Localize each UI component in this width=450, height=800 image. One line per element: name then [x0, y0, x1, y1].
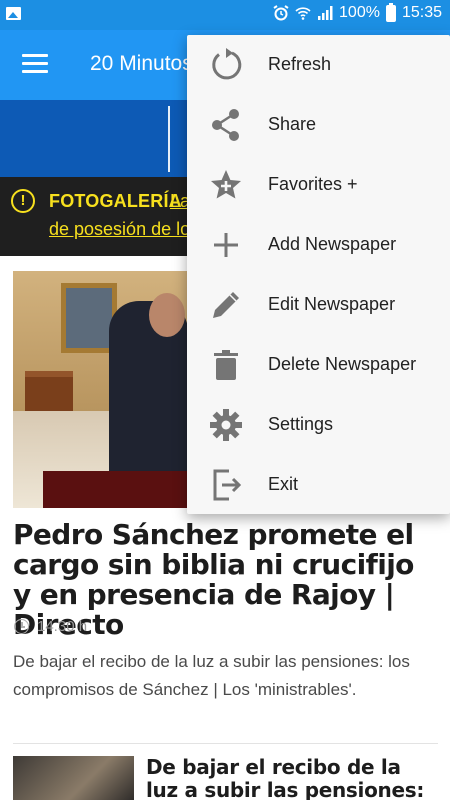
battery-icon	[385, 2, 396, 22]
battery-percent: 100%	[339, 4, 380, 21]
menu-item-label: Settings	[268, 414, 334, 434]
menu-item-edit-newspaper[interactable]: Edit Newspaper	[187, 275, 450, 335]
gallery-notification-icon	[6, 7, 21, 20]
alert-icon: !	[11, 189, 35, 213]
menu-item-delete-newspaper[interactable]: Delete Newspaper	[187, 335, 450, 395]
clock-icon	[14, 619, 29, 634]
article-photo[interactable]	[13, 271, 188, 508]
divider	[13, 743, 438, 744]
refresh-icon	[207, 47, 245, 83]
plus-icon	[207, 227, 245, 263]
article-time: 14.30 h	[14, 618, 87, 635]
menu-item-favorites[interactable]: Favorites +	[187, 155, 450, 215]
article-summary[interactable]: De bajar el recibo de la luz a subir las…	[13, 648, 438, 704]
menu-item-settings[interactable]: Settings	[187, 395, 450, 455]
status-icons: 100% 15:35	[273, 2, 442, 22]
menu-item-exit[interactable]: Exit	[187, 455, 450, 515]
article-time-text: 14.30 h	[37, 618, 88, 635]
menu-item-label: Delete Newspaper	[268, 354, 417, 374]
clock-time: 15:35	[401, 4, 442, 21]
alert-tag: FOTOGALERÍA	[49, 191, 182, 211]
banner-divider	[168, 106, 170, 172]
menu-item-label: Share	[268, 114, 317, 134]
menu-item-label: Add Newspaper	[268, 234, 397, 254]
menu-item-label: Exit	[268, 474, 299, 494]
overflow-menu: Refresh Share Favorites + Add Newspaper …	[187, 35, 450, 514]
menu-item-label: Favorites +	[268, 174, 358, 194]
gear-icon	[207, 407, 245, 443]
menu-item-share[interactable]: Share	[187, 95, 450, 155]
star-plus-icon	[207, 167, 245, 203]
alert-link-line2[interactable]: de posesión de los	[49, 219, 199, 240]
menu-item-add-newspaper[interactable]: Add Newspaper	[187, 215, 450, 275]
screen: 100% 15:35 20 Minutos ! FOTOGALERÍA La t…	[0, 0, 450, 800]
exit-icon	[207, 467, 245, 503]
app-title: 20 Minutos	[90, 52, 193, 75]
menu-hamburger-icon[interactable]	[22, 54, 48, 76]
menu-item-label: Edit Newspaper	[268, 294, 396, 314]
status-bar: 100% 15:35	[0, 0, 450, 30]
alarm-icon	[273, 5, 289, 21]
wifi-icon	[295, 7, 311, 20]
pencil-icon	[207, 287, 245, 323]
menu-item-refresh[interactable]: Refresh	[187, 35, 450, 95]
trash-icon	[207, 347, 245, 383]
signal-icon	[318, 6, 333, 20]
article2-thumbnail[interactable]	[13, 756, 134, 800]
article2-headline[interactable]: De bajar el recibo de la luz a subir las…	[146, 756, 438, 800]
share-icon	[207, 107, 245, 143]
menu-item-label: Refresh	[268, 54, 332, 74]
